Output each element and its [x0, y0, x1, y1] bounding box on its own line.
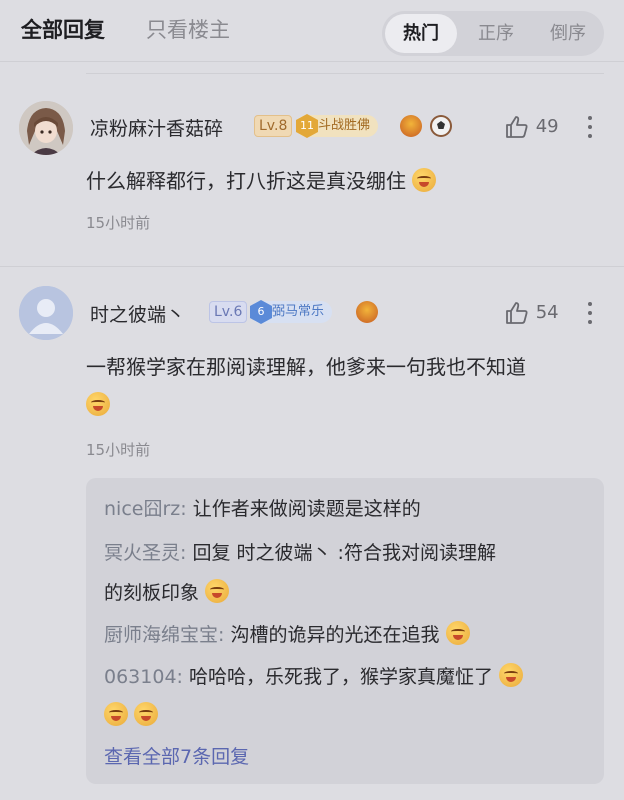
level-badge: Lv.8: [254, 115, 293, 137]
comment-header: 全部回复 只看楼主 热门 正序 倒序: [0, 0, 624, 62]
badge-text: 斗战胜佛: [318, 118, 371, 133]
badge-gem-icon: 11: [296, 114, 318, 138]
emoji-laugh-icon: [499, 663, 524, 687]
title-badge: 6 弼马常乐: [250, 300, 333, 324]
reply-item[interactable]: nice囧rz: 让作者来做阅读题是这样的: [104, 494, 421, 521]
reply-username: 063104: [104, 666, 177, 688]
comment-time: 15小时前: [86, 214, 151, 232]
like-count: 54: [535, 302, 559, 323]
tab-op-only[interactable]: 只看楼主: [146, 14, 230, 44]
comment-time: 15小时前: [86, 441, 151, 459]
reply-item-continued: 的刻板印象: [104, 578, 230, 605]
badge-gem-icon: 6: [250, 300, 272, 324]
like-icon: [506, 116, 528, 138]
fan-medal-icon: [356, 301, 378, 323]
sort-asc-button[interactable]: 正序: [466, 11, 526, 56]
reply-item[interactable]: 063104: 哈哈哈，乐死我了，猴学家真魔怔了: [104, 662, 524, 689]
level-badge: Lv.6: [209, 301, 248, 323]
title-badge: 11 斗战胜佛: [296, 114, 379, 138]
sort-desc-button[interactable]: 倒序: [538, 11, 598, 56]
reply-item[interactable]: 厨师海绵宝宝: 沟槽的诡异的光还在追我: [104, 620, 470, 647]
emoji-laugh-icon: [134, 702, 159, 726]
badge-text: 弼马常乐: [272, 304, 325, 319]
football-icon: [430, 115, 452, 137]
username[interactable]: 凉粉麻汁香菇碎: [90, 114, 223, 141]
emoji-laugh-icon: [205, 579, 230, 603]
emoji-laugh-icon: [445, 621, 470, 645]
sort-hot-button[interactable]: 热门: [385, 14, 457, 53]
divider: [86, 73, 604, 74]
like-icon: [506, 302, 528, 324]
emoji-laugh-icon: [412, 168, 437, 192]
reply-username: 冥火圣灵: [104, 542, 181, 564]
avatar[interactable]: [19, 286, 73, 340]
replies-box: nice囧rz: 让作者来做阅读题是这样的 冥火圣灵: 回复 时之彼端丶 :符合…: [86, 478, 604, 784]
reply-username: nice囧rz: [104, 498, 181, 520]
avatar[interactable]: [19, 101, 73, 155]
tab-all-replies[interactable]: 全部回复: [21, 14, 105, 44]
more-icon[interactable]: [587, 302, 593, 326]
like-count: 49: [535, 116, 559, 137]
reply-item-continued: [104, 702, 159, 727]
comment-content: 一帮猴学家在那阅读理解，他爹来一句我也不知道: [86, 348, 604, 424]
comment-content: 什么解释都行，打八折这是真没绷住: [86, 162, 437, 200]
fan-medal-icon: [400, 115, 422, 137]
divider: [0, 266, 624, 267]
more-icon[interactable]: [587, 116, 593, 140]
reply-item[interactable]: 冥火圣灵: 回复 时之彼端丶 :符合我对阅读理解: [104, 538, 496, 565]
reply-username: 厨师海绵宝宝: [104, 624, 219, 646]
like-button[interactable]: 54: [504, 300, 559, 326]
emoji-laugh-icon: [86, 392, 110, 416]
like-button[interactable]: 49: [504, 114, 559, 140]
username[interactable]: 时之彼端丶: [90, 300, 185, 327]
emoji-laugh-icon: [104, 702, 128, 726]
sort-toggle: 热门 正序 倒序: [382, 11, 604, 56]
view-all-replies-link[interactable]: 查看全部7条回复: [104, 742, 249, 769]
